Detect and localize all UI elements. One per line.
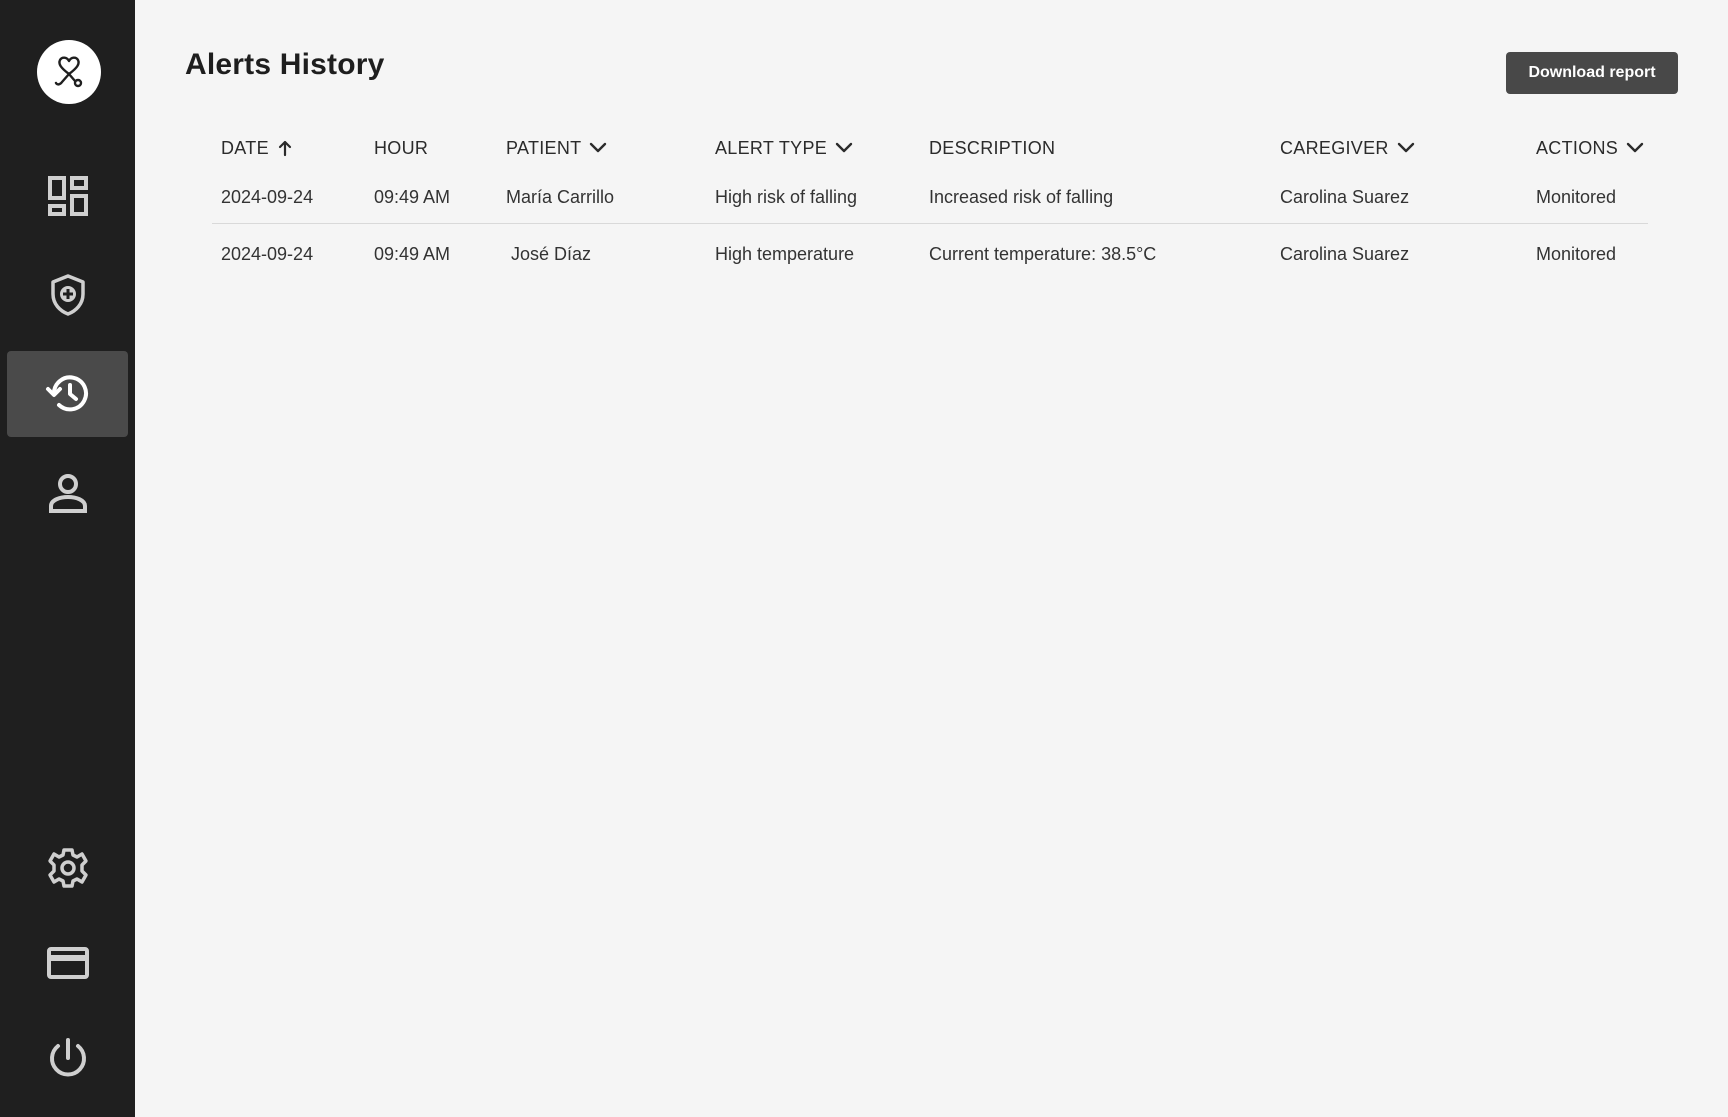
sidebar-item-dashboard[interactable] — [7, 153, 128, 239]
cell-date: 2024-09-24 — [221, 187, 314, 207]
shield-plus-icon — [50, 274, 85, 316]
stethoscope-heart-icon — [54, 56, 83, 88]
column-header-label: CAREGIVER — [1280, 137, 1389, 158]
column-header-label: PATIENT — [506, 137, 582, 158]
sidebar-item-settings[interactable] — [7, 825, 128, 911]
chevron-down-icon — [1397, 142, 1414, 153]
column-header-hour: HOUR — [374, 128, 428, 168]
sidebar-item-profile[interactable] — [7, 450, 128, 536]
column-header-label: ALERT TYPE — [715, 137, 828, 158]
column-header-label: DATE — [221, 137, 269, 158]
cell-alert-type: High risk of falling — [715, 187, 858, 207]
cell-caregiver: Carolina Suarez — [1280, 187, 1410, 207]
column-header-caregiver[interactable]: CAREGIVER — [1280, 128, 1415, 168]
app-logo[interactable] — [37, 40, 101, 104]
column-header-alert-type[interactable]: ALERT TYPE — [715, 128, 853, 168]
cell-alert-type: High temperature — [715, 244, 855, 264]
cell-description: Increased risk of falling — [929, 187, 1114, 207]
cell-description: Current temperature: 38.5°C — [929, 244, 1157, 264]
chevron-down-icon — [590, 142, 607, 153]
power-icon — [49, 1038, 86, 1077]
column-header-label: DESCRIPTION — [929, 137, 1056, 158]
download-report-button[interactable]: Download report — [1506, 52, 1678, 94]
sidebar — [0, 0, 135, 1117]
cell-hour: 09:49 AM — [374, 244, 451, 264]
gear-icon — [47, 848, 88, 888]
column-header-description: DESCRIPTION — [929, 128, 1055, 168]
table-header-row: DATE HOUR PATIENT ALERT TYPE DESCRIPTION… — [212, 128, 1648, 168]
column-header-patient[interactable]: PATIENT — [506, 128, 607, 168]
sidebar-item-billing[interactable] — [7, 920, 128, 1006]
main-content: Alerts History Download report DATE HOUR — [135, 0, 1728, 1117]
sidebar-item-logout[interactable] — [7, 1015, 128, 1101]
cell-hour: 09:49 AM — [374, 187, 451, 207]
sidebar-item-health[interactable] — [7, 252, 128, 338]
column-header-date[interactable]: DATE — [221, 128, 293, 168]
history-icon — [45, 375, 88, 412]
cell-action-status[interactable]: Monitored — [1536, 224, 1616, 283]
cell-patient: José Díaz — [511, 244, 592, 264]
arrow-up-icon — [278, 140, 291, 157]
chevron-down-icon — [1626, 142, 1644, 153]
table-row[interactable]: 2024-09-24 09:49 AM José Díaz High tempe… — [212, 224, 1648, 281]
app-root: Alerts History Download report DATE HOUR — [0, 0, 1728, 1117]
person-icon — [48, 474, 87, 513]
cell-date: 2024-09-24 — [221, 244, 314, 264]
page-title: Alerts History — [185, 48, 385, 81]
sidebar-item-history[interactable] — [7, 351, 128, 437]
dashboard-icon — [47, 176, 88, 216]
credit-card-icon — [46, 947, 89, 979]
column-header-actions[interactable]: ACTIONS — [1536, 128, 1644, 168]
column-header-label: HOUR — [374, 137, 429, 158]
cell-action-status[interactable]: Monitored — [1536, 168, 1616, 225]
cell-caregiver: Carolina Suarez — [1280, 244, 1410, 264]
column-header-label: ACTIONS — [1536, 137, 1619, 158]
cell-patient: María Carrillo — [506, 187, 615, 207]
table-row[interactable]: 2024-09-24 09:49 AM María Carrillo High … — [212, 168, 1648, 224]
alerts-table: DATE HOUR PATIENT ALERT TYPE DESCRIPTION… — [212, 128, 1648, 281]
chevron-down-icon — [835, 142, 853, 153]
